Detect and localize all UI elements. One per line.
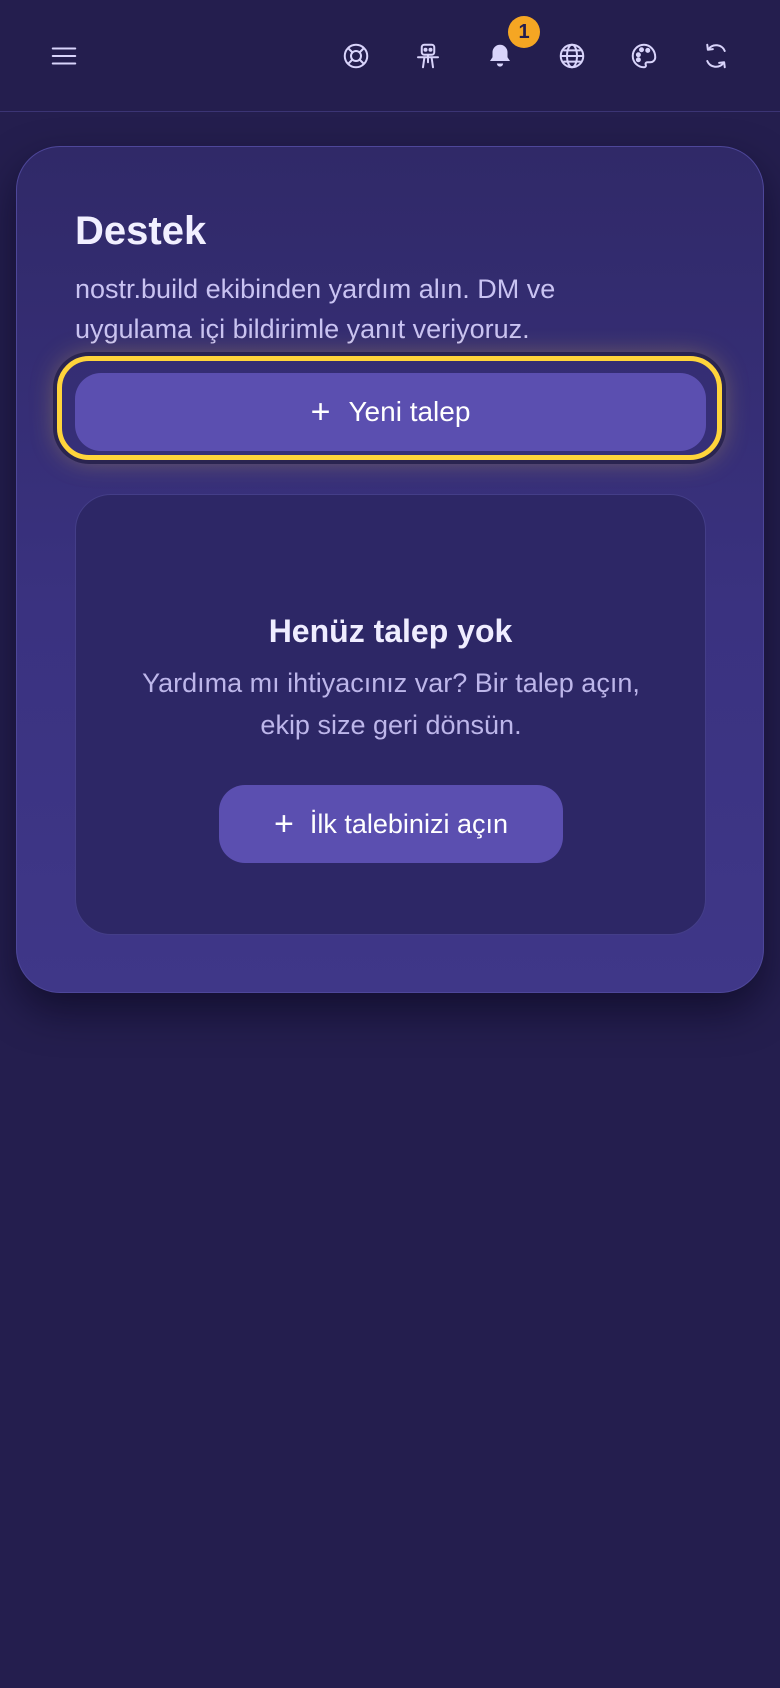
refresh-button[interactable] [692,32,740,80]
top-bar: 1 [0,0,780,112]
plus-icon: + [310,393,331,431]
plus-icon: + [274,805,294,843]
new-ticket-label: Yeni talep [348,396,471,427]
bot-button[interactable] [404,32,452,80]
bell-icon [490,44,510,67]
support-button[interactable] [332,32,380,80]
refresh-icon [706,43,726,69]
notification-badge: 1 [508,16,540,48]
empty-state-title: Henüz talep yok [268,613,513,649]
menu-button[interactable] [40,32,88,80]
open-first-ticket-button[interactable]: + İlk talebinizi açın [219,785,563,863]
hamburger-icon [51,47,77,65]
empty-state-text: Yardıma mı ihtiyacınız var? Bir talep aç… [142,668,640,740]
open-first-ticket-label: İlk talebinizi açın [309,808,508,839]
robot-icon [417,43,439,69]
palette-icon [631,43,657,69]
lifebuoy-icon [343,43,369,69]
new-ticket-button[interactable]: + Yeni talep [75,373,706,451]
empty-state: Henüz talep yok Yardıma mı ihtiyacınız v… [75,494,706,935]
language-button[interactable] [548,32,596,80]
page-subtitle: nostr.build ekibinden yardım alın. DM ve… [75,274,556,344]
theme-button[interactable] [620,32,668,80]
page-title: Destek [75,209,207,253]
globe-icon [559,43,585,69]
support-card: Destek nostr.build ekibinden yardım alın… [16,146,764,993]
